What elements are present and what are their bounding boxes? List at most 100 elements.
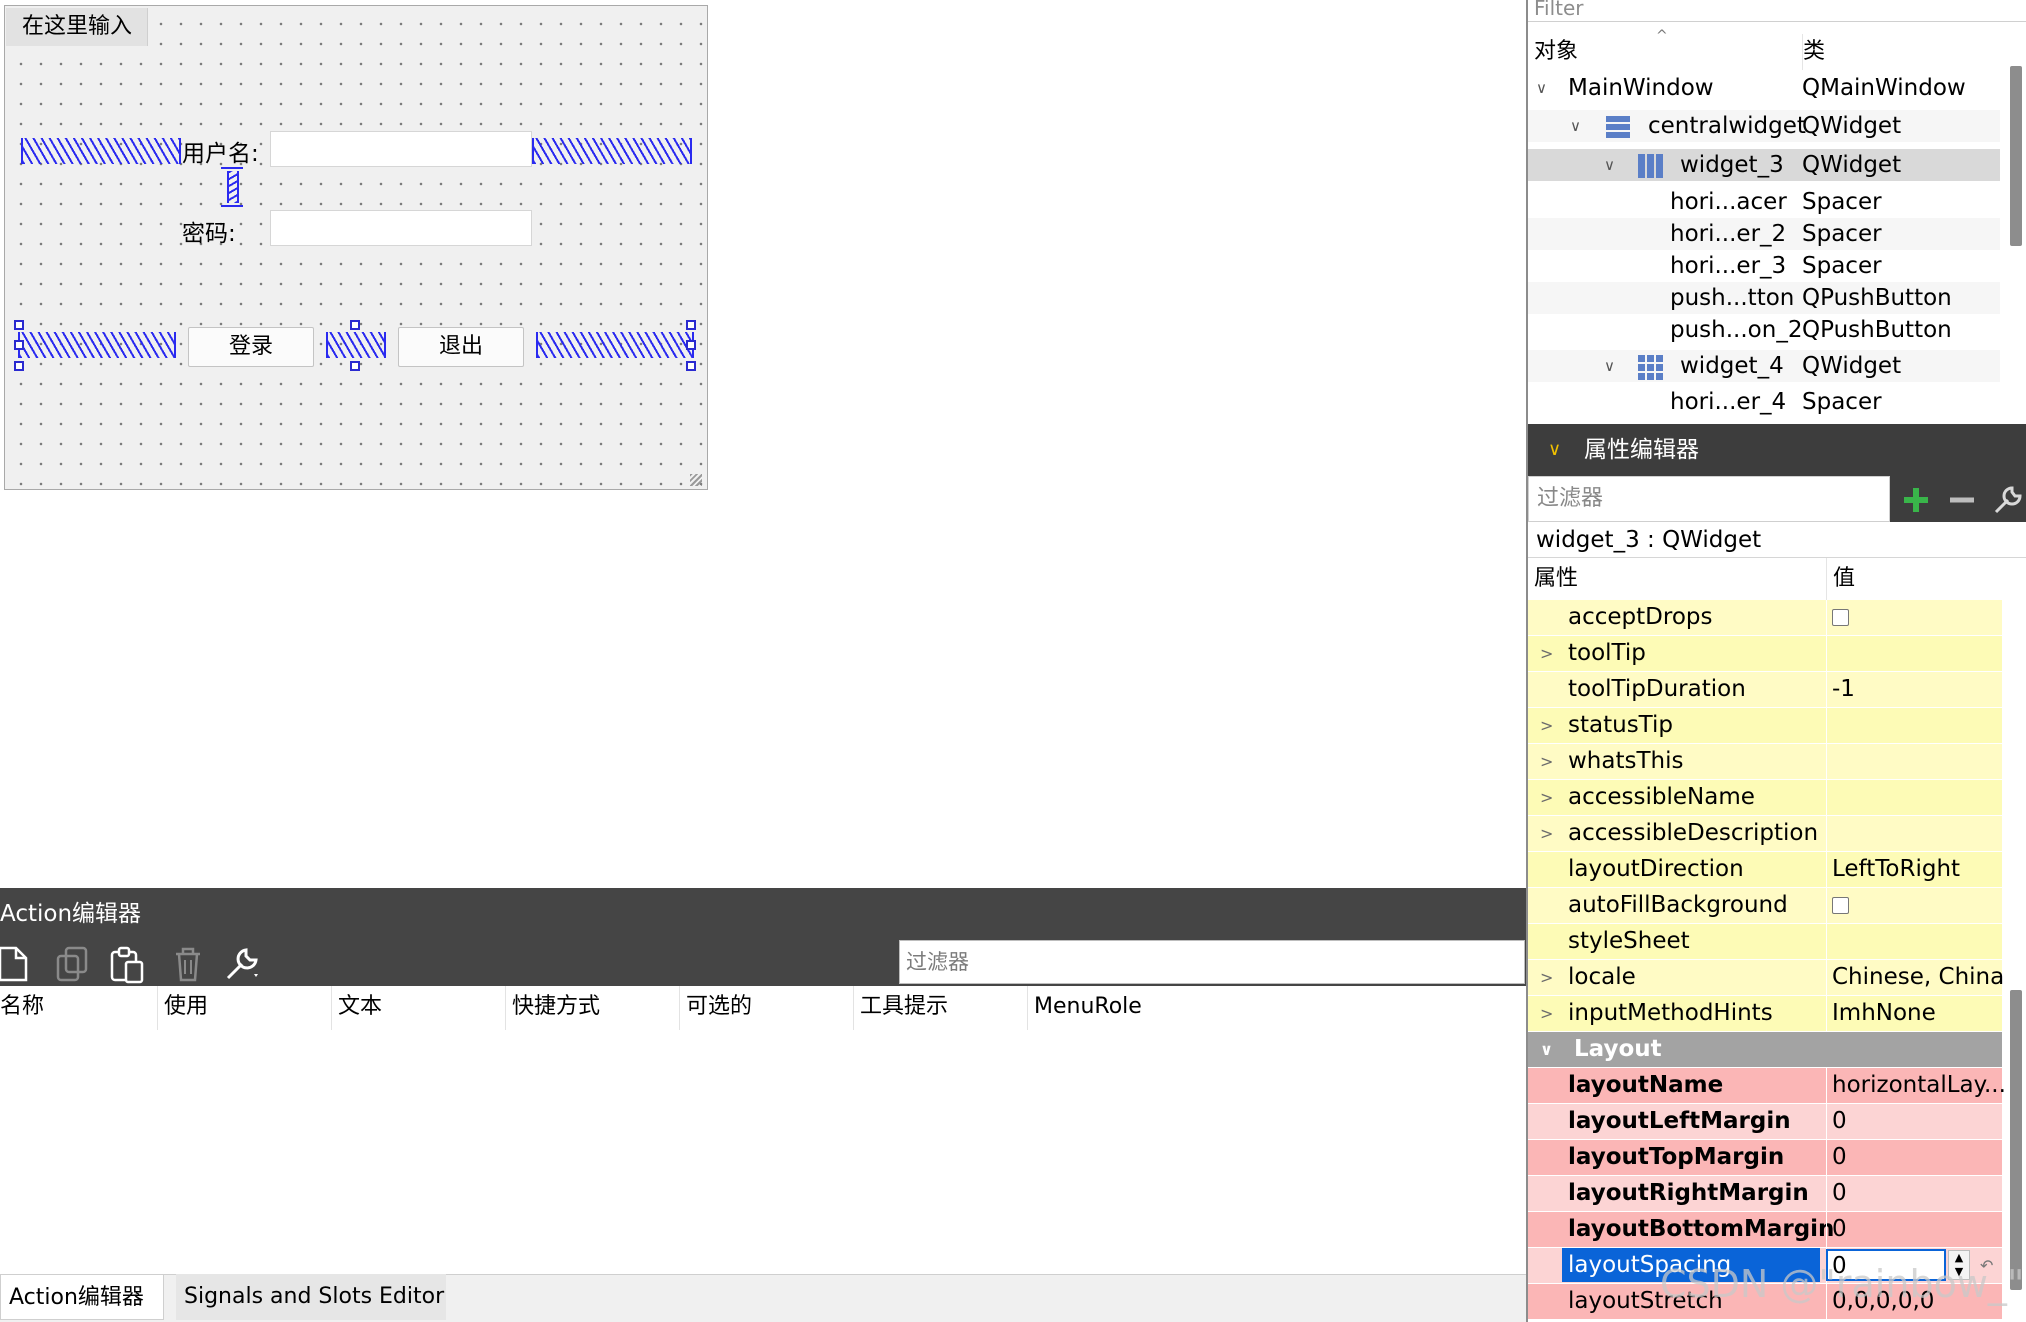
- object-inspector-scrollbar[interactable]: [2010, 66, 2022, 246]
- horizontal-spacer-3[interactable]: [536, 332, 694, 358]
- property-row[interactable]: > inputMethodHints ImhNone: [1528, 996, 2002, 1032]
- property-value[interactable]: 0: [1832, 1140, 1847, 1175]
- horizontal-spacer-1[interactable]: [18, 332, 176, 358]
- horizontal-spacer-right[interactable]: [532, 138, 692, 164]
- property-value[interactable]: 0: [1832, 1176, 1847, 1211]
- username-field[interactable]: [270, 131, 532, 167]
- selection-handle[interactable]: [350, 361, 360, 371]
- vertical-spacer[interactable]: [221, 167, 243, 207]
- tree-item-centralwidget[interactable]: ∨ centralwidget QWidget: [1528, 110, 2000, 142]
- chevron-right-icon[interactable]: >: [1540, 816, 1553, 851]
- selection-handle[interactable]: [14, 361, 24, 371]
- property-value[interactable]: 0: [1832, 1104, 1847, 1139]
- tree-item-widget-4[interactable]: ∨ widget_4 QWidget: [1528, 350, 2000, 382]
- tree-item-spacer[interactable]: hori...er_3 Spacer: [1528, 250, 2000, 282]
- column-header-value[interactable]: 值: [1826, 558, 1855, 600]
- chevron-right-icon[interactable]: >: [1540, 636, 1553, 671]
- horizontal-spacer-2[interactable]: [326, 332, 386, 358]
- property-value[interactable]: -1: [1832, 672, 1855, 707]
- property-row[interactable]: toolTipDuration -1: [1528, 672, 2002, 708]
- property-row[interactable]: > toolTip: [1528, 636, 2002, 672]
- chevron-right-icon[interactable]: >: [1540, 744, 1553, 779]
- tree-item-spacer[interactable]: hori...acer Spacer: [1528, 186, 2000, 218]
- column-header-checkable[interactable]: 可选的: [680, 986, 854, 1030]
- object-filter-input[interactable]: Filter: [1528, 0, 2026, 22]
- tab-signals-slots-editor[interactable]: Signals and Slots Editor: [176, 1274, 446, 1320]
- selection-handle[interactable]: [14, 340, 24, 350]
- column-header-name[interactable]: 名称: [0, 986, 158, 1030]
- property-row[interactable]: acceptDrops: [1528, 600, 2002, 636]
- column-header-used[interactable]: 使用: [158, 986, 332, 1030]
- property-row[interactable]: layoutRightMargin 0: [1528, 1176, 2002, 1212]
- chevron-right-icon[interactable]: >: [1540, 960, 1553, 995]
- column-header-shortcut[interactable]: 快捷方式: [506, 986, 680, 1030]
- tree-item-mainwindow[interactable]: ∨ MainWindow QMainWindow: [1528, 72, 2000, 104]
- property-value[interactable]: LeftToRight: [1832, 852, 1960, 887]
- selection-handle[interactable]: [350, 320, 360, 330]
- horizontal-spacer-left[interactable]: [21, 138, 181, 164]
- paste-icon[interactable]: [108, 944, 148, 984]
- property-row[interactable]: layoutLeftMargin 0: [1528, 1104, 2002, 1140]
- remove-property-icon[interactable]: [1946, 484, 1978, 516]
- tree-item-spacer[interactable]: hori...er_2 Spacer: [1528, 218, 2000, 250]
- property-row[interactable]: layoutDirection LeftToRight: [1528, 852, 2002, 888]
- property-row[interactable]: > locale Chinese, China: [1528, 960, 2004, 996]
- property-row[interactable]: > statusTip: [1528, 708, 2002, 744]
- chevron-down-icon[interactable]: ∨: [1536, 72, 1547, 104]
- tab-action-editor[interactable]: Action编辑器: [0, 1274, 164, 1320]
- chevron-down-icon[interactable]: ∨: [1604, 149, 1615, 181]
- wrench-icon[interactable]: [1990, 482, 2024, 516]
- copy-icon[interactable]: [52, 944, 92, 984]
- layout-section-header[interactable]: ∨ Layout: [1528, 1032, 2002, 1068]
- column-header-class[interactable]: 类: [1802, 34, 2002, 70]
- property-value[interactable]: ImhNone: [1832, 996, 1936, 1031]
- selection-handle[interactable]: [686, 361, 696, 371]
- selection-handle[interactable]: [14, 320, 24, 330]
- login-button[interactable]: 登录: [188, 327, 314, 367]
- property-value[interactable]: Chinese, China: [1832, 960, 2004, 995]
- selection-handle[interactable]: [686, 320, 696, 330]
- property-row[interactable]: styleSheet: [1528, 924, 2002, 960]
- property-row[interactable]: layoutBottomMargin 0: [1528, 1212, 2002, 1248]
- column-header-object[interactable]: 对象: [1534, 34, 1794, 70]
- property-row[interactable]: layoutName horizontalLay...: [1528, 1068, 2006, 1104]
- resize-grip-icon[interactable]: [690, 474, 702, 486]
- menu-placeholder[interactable]: 在这里输入: [6, 8, 148, 46]
- property-row[interactable]: > whatsThis: [1528, 744, 2002, 780]
- tree-item-widget-3-selected[interactable]: ∨ widget_3 QWidget: [1528, 149, 2000, 181]
- column-header-text[interactable]: 文本: [332, 986, 506, 1030]
- action-filter-input[interactable]: 过滤器: [899, 940, 1525, 984]
- property-editor-scrollbar[interactable]: [2010, 990, 2022, 1290]
- property-value[interactable]: 0: [1832, 1212, 1847, 1247]
- property-row[interactable]: > accessibleName: [1528, 780, 2002, 816]
- property-filter-input[interactable]: 过滤器: [1528, 476, 1890, 522]
- property-value-checkbox[interactable]: [1832, 888, 1849, 923]
- column-header-menurole[interactable]: MenuRole: [1028, 986, 1228, 1030]
- chevron-down-icon[interactable]: ∨: [1604, 350, 1615, 382]
- chevron-right-icon[interactable]: >: [1540, 708, 1553, 743]
- tree-item-pushbutton[interactable]: push...tton QPushButton: [1528, 282, 2000, 314]
- column-header-tooltip[interactable]: 工具提示: [854, 986, 1028, 1030]
- form-canvas[interactable]: [4, 5, 708, 490]
- chevron-right-icon[interactable]: >: [1540, 780, 1553, 815]
- property-row[interactable]: layoutTopMargin 0: [1528, 1140, 2002, 1176]
- password-field[interactable]: [270, 210, 532, 246]
- selection-handle[interactable]: [686, 340, 696, 350]
- delete-icon[interactable]: [168, 944, 208, 984]
- tree-item-pushbutton[interactable]: push...on_2 QPushButton: [1528, 314, 2000, 346]
- add-property-icon[interactable]: [1900, 484, 1932, 516]
- chevron-right-icon[interactable]: >: [1540, 996, 1553, 1031]
- property-row[interactable]: autoFillBackground: [1528, 888, 2002, 924]
- chevron-down-icon[interactable]: ∨: [1570, 110, 1581, 142]
- property-row[interactable]: > accessibleDescription: [1528, 816, 2002, 852]
- property-value-checkbox[interactable]: [1832, 600, 1849, 635]
- column-header-property[interactable]: 属性: [1534, 558, 1578, 600]
- chevron-down-icon[interactable]: ∨: [1548, 424, 1561, 476]
- tree-item-spacer[interactable]: hori...er_4 Spacer: [1528, 386, 2000, 418]
- wrench-icon[interactable]: [222, 944, 262, 984]
- chevron-down-icon[interactable]: ∨: [1540, 1032, 1553, 1067]
- new-document-icon[interactable]: [0, 944, 34, 984]
- property-value[interactable]: horizontalLay...: [1832, 1068, 2006, 1103]
- tree-item-class: Spacer: [1802, 389, 1882, 415]
- exit-button[interactable]: 退出: [398, 327, 524, 367]
